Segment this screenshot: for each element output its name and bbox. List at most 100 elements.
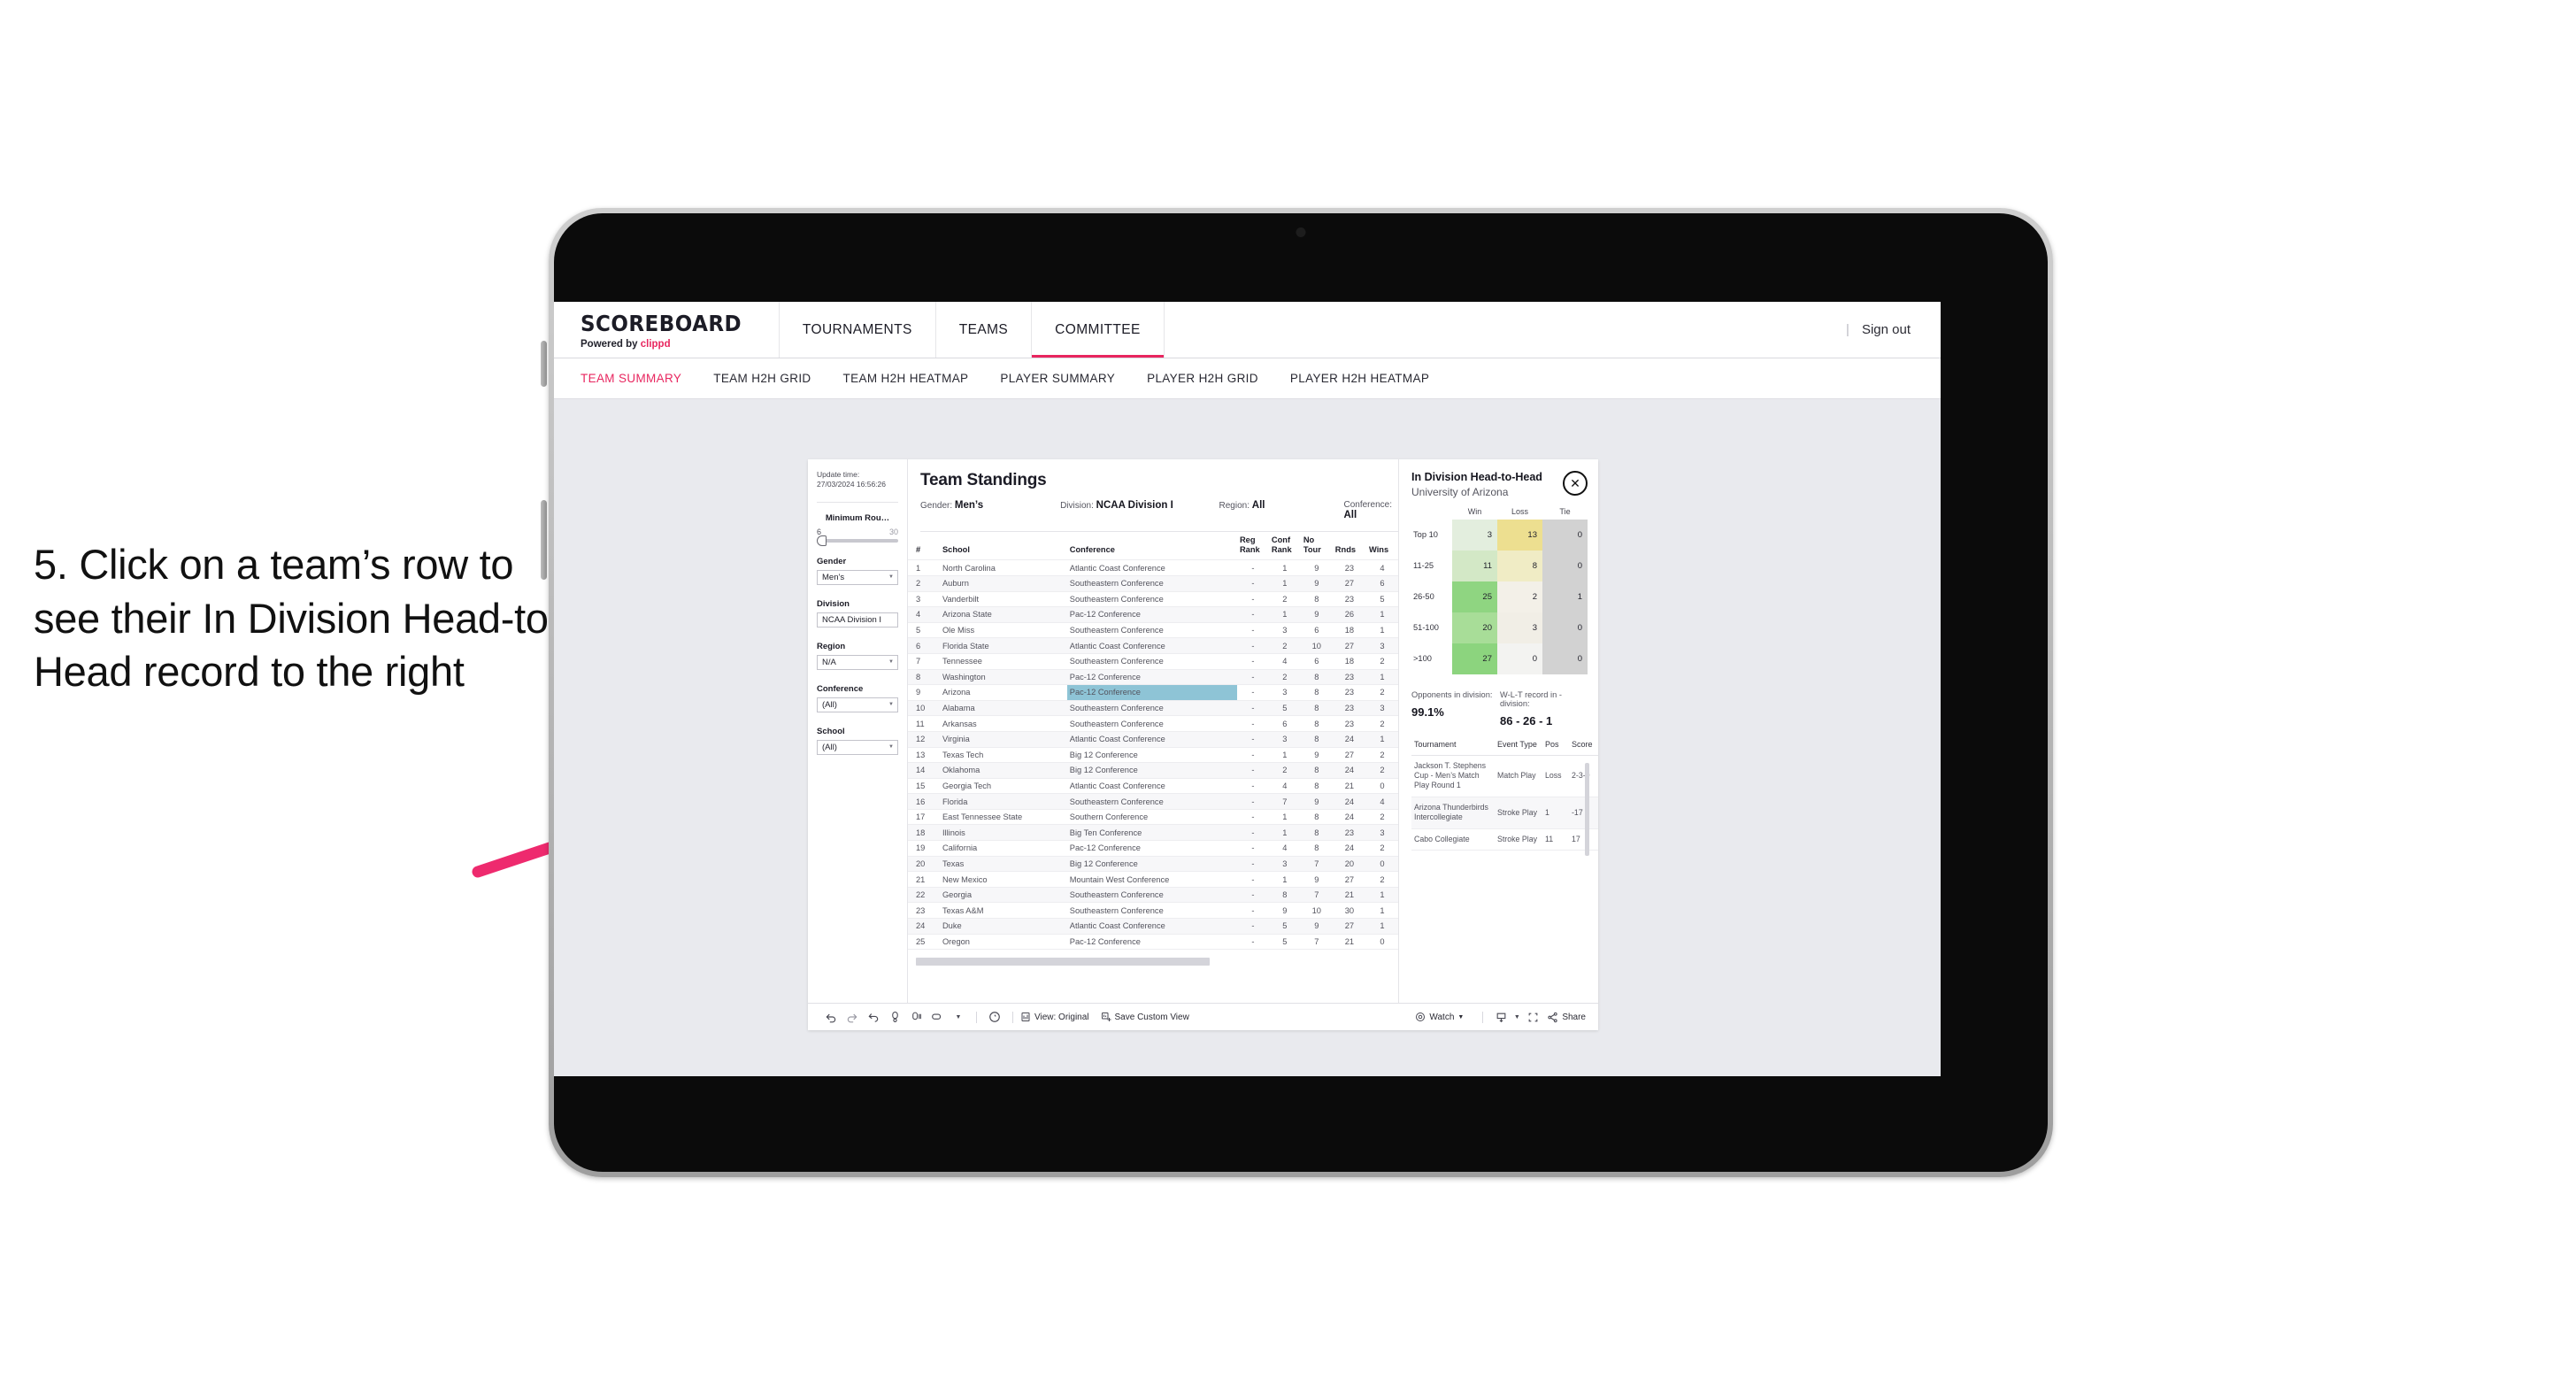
cell-conf-rank[interactable]: 2 xyxy=(1268,762,1301,779)
col-no-tour[interactable]: No Tour xyxy=(1301,532,1333,560)
cell-reg-rank[interactable]: - xyxy=(1236,715,1269,732)
heatmap-cell-win[interactable]: 27 xyxy=(1452,643,1497,674)
heatmap-cell-loss[interactable]: 13 xyxy=(1497,519,1542,551)
cell-wins[interactable]: 2 xyxy=(1366,715,1398,732)
cell-conference[interactable]: Southern Conference xyxy=(1066,808,1237,825)
cell-wins[interactable]: 0 xyxy=(1366,855,1398,872)
cell-wins[interactable]: 1 xyxy=(1366,668,1398,685)
cell-rnds[interactable]: 20 xyxy=(1332,855,1366,872)
cell-conf-rank[interactable]: 5 xyxy=(1268,699,1301,716)
heatmap-cell-win[interactable]: 11 xyxy=(1452,550,1497,581)
table-row[interactable]: 24 Duke Atlantic Coast Conference -5 9 27 1 xyxy=(908,918,1398,935)
cell-wins[interactable]: 1 xyxy=(1366,606,1398,623)
cell-no-tour[interactable]: 8 xyxy=(1300,715,1333,732)
cell-school[interactable]: North Carolina xyxy=(939,559,1067,576)
info-icon[interactable] xyxy=(984,1008,1005,1026)
conference-select[interactable]: (All) ▼ xyxy=(817,697,898,712)
gender-select[interactable]: Men’s ▼ xyxy=(817,569,898,585)
cell-no-tour[interactable]: 9 xyxy=(1300,606,1333,623)
cell-school[interactable]: Florida xyxy=(939,793,1067,810)
table-row[interactable]: 10 Alabama Southeastern Conference -5 8 23 3 xyxy=(908,699,1398,716)
scrollbar-thumb[interactable] xyxy=(916,957,1211,966)
cell-no-tour[interactable]: 9 xyxy=(1300,559,1333,576)
view-original-button[interactable]: View: Original xyxy=(1020,1012,1089,1022)
table-row[interactable]: 16 Florida Southeastern Conference -7 9 24 4 xyxy=(908,793,1398,810)
cell-conf-rank[interactable]: 1 xyxy=(1268,824,1301,841)
cell-rank[interactable]: 9 xyxy=(908,684,940,701)
table-row[interactable]: 23 Texas A&M Southeastern Conference -9 10 30… xyxy=(908,902,1398,919)
table-row[interactable]: 18 Illinois Big Ten Conference -1 8 23 3 xyxy=(908,824,1398,841)
cell-no-tour[interactable]: 9 xyxy=(1300,574,1333,592)
cell-no-tour[interactable]: 6 xyxy=(1300,652,1333,670)
cell-conf-rank[interactable]: 1 xyxy=(1268,606,1301,623)
cell-rnds[interactable]: 21 xyxy=(1332,933,1366,950)
cell-wins[interactable]: 6 xyxy=(1366,574,1398,592)
cell-reg-rank[interactable]: - xyxy=(1236,777,1269,794)
cell-reg-rank[interactable]: - xyxy=(1236,762,1269,779)
cell-school[interactable]: Tennessee xyxy=(939,652,1067,670)
cell-conf-rank[interactable]: 9 xyxy=(1268,902,1301,919)
cell-no-tour[interactable]: 9 xyxy=(1300,871,1333,888)
cell-school[interactable]: Florida State xyxy=(939,637,1067,654)
table-row[interactable]: 9 Arizona Pac-12 Conference -3 8 23 2 xyxy=(908,684,1398,701)
cell-conf-rank[interactable]: 1 xyxy=(1268,808,1301,825)
cell-conf-rank[interactable]: 3 xyxy=(1268,684,1301,701)
cell-no-tour[interactable]: 9 xyxy=(1300,746,1333,763)
cell-conference[interactable]: Southeastern Conference xyxy=(1066,715,1237,732)
cell-conference[interactable]: Southeastern Conference xyxy=(1066,621,1237,638)
cell-school[interactable]: Texas A&M xyxy=(939,902,1067,919)
cell-reg-rank[interactable]: - xyxy=(1236,668,1269,685)
table-row[interactable]: 6 Florida State Atlantic Coast Conference -… xyxy=(908,637,1398,654)
table-row[interactable]: 2 Auburn Southeastern Conference -1 9 27 6 xyxy=(908,574,1398,592)
refresh-icon[interactable] xyxy=(884,1008,905,1026)
table-row[interactable]: 3 Vanderbilt Southeastern Conference -2 8 23 5 xyxy=(908,590,1398,607)
cell-school[interactable]: Texas Tech xyxy=(939,746,1067,763)
table-row[interactable]: 21 New Mexico Mountain West Conference -1 9 2… xyxy=(908,871,1398,888)
cell-conf-rank[interactable]: 1 xyxy=(1268,574,1301,592)
cell-school[interactable]: Washington xyxy=(939,668,1067,685)
cell-school[interactable]: New Mexico xyxy=(939,871,1067,888)
cell-reg-rank[interactable]: - xyxy=(1236,699,1269,716)
undo-icon[interactable] xyxy=(820,1008,842,1026)
cell-rnds[interactable]: 21 xyxy=(1332,777,1366,794)
tab-player-h2h-grid[interactable]: PLAYER H2H GRID xyxy=(1147,372,1258,385)
cell-conf-rank[interactable]: 2 xyxy=(1268,590,1301,607)
cell-rnds[interactable]: 30 xyxy=(1332,902,1366,919)
cell-wins[interactable]: 1 xyxy=(1366,621,1398,638)
cell-wins[interactable]: 1 xyxy=(1366,902,1398,919)
chevron-down-icon[interactable]: ▼ xyxy=(948,1008,969,1026)
cell-no-tour[interactable]: 9 xyxy=(1300,793,1333,810)
tab-team-summary[interactable]: TEAM SUMMARY xyxy=(581,372,681,385)
cell-reg-rank[interactable]: - xyxy=(1236,730,1269,747)
cell-rank[interactable]: 6 xyxy=(908,637,940,654)
list-item[interactable]: Arizona Thunderbirds Intercollegiate Stro… xyxy=(1411,797,1598,829)
cell-conference[interactable]: Pac-12 Conference xyxy=(1066,606,1237,623)
cell-no-tour[interactable]: 10 xyxy=(1300,902,1333,919)
cell-conference[interactable]: Big 12 Conference xyxy=(1066,762,1237,779)
cell-school[interactable]: Duke xyxy=(939,918,1067,935)
cell-rank[interactable]: 20 xyxy=(908,855,940,872)
cell-school[interactable]: Illinois xyxy=(939,824,1067,841)
table-row[interactable]: 25 Oregon Pac-12 Conference -5 7 21 0 xyxy=(908,933,1398,950)
cell-conf-rank[interactable]: 2 xyxy=(1268,637,1301,654)
cell-rank[interactable]: 23 xyxy=(908,902,940,919)
cell-wins[interactable]: 3 xyxy=(1366,637,1398,654)
cell-reg-rank[interactable]: - xyxy=(1236,684,1269,701)
cell-reg-rank[interactable]: - xyxy=(1236,621,1269,638)
heatmap-cell-win[interactable]: 25 xyxy=(1452,581,1497,612)
cell-wins[interactable]: 4 xyxy=(1366,559,1398,576)
cell-no-tour[interactable]: 9 xyxy=(1300,918,1333,935)
cell-conference[interactable]: Southeastern Conference xyxy=(1066,652,1237,670)
heatmap-cell-loss[interactable]: 2 xyxy=(1497,581,1542,612)
cell-reg-rank[interactable]: - xyxy=(1236,574,1269,592)
cell-rank[interactable]: 17 xyxy=(908,808,940,825)
cell-conference[interactable]: Pac-12 Conference xyxy=(1066,668,1237,685)
cell-no-tour[interactable]: 7 xyxy=(1300,855,1333,872)
cell-rnds[interactable]: 26 xyxy=(1332,606,1366,623)
cell-conference[interactable]: Atlantic Coast Conference xyxy=(1066,777,1237,794)
list-item[interactable]: Jackson T. Stephens Cup - Men’s Match Pl… xyxy=(1411,755,1598,797)
cell-conference[interactable]: Big 12 Conference xyxy=(1066,746,1237,763)
cell-wins[interactable]: 2 xyxy=(1366,652,1398,670)
table-row[interactable]: 20 Texas Big 12 Conference -3 7 20 0 xyxy=(908,855,1398,872)
cell-conference[interactable]: Atlantic Coast Conference xyxy=(1066,918,1237,935)
